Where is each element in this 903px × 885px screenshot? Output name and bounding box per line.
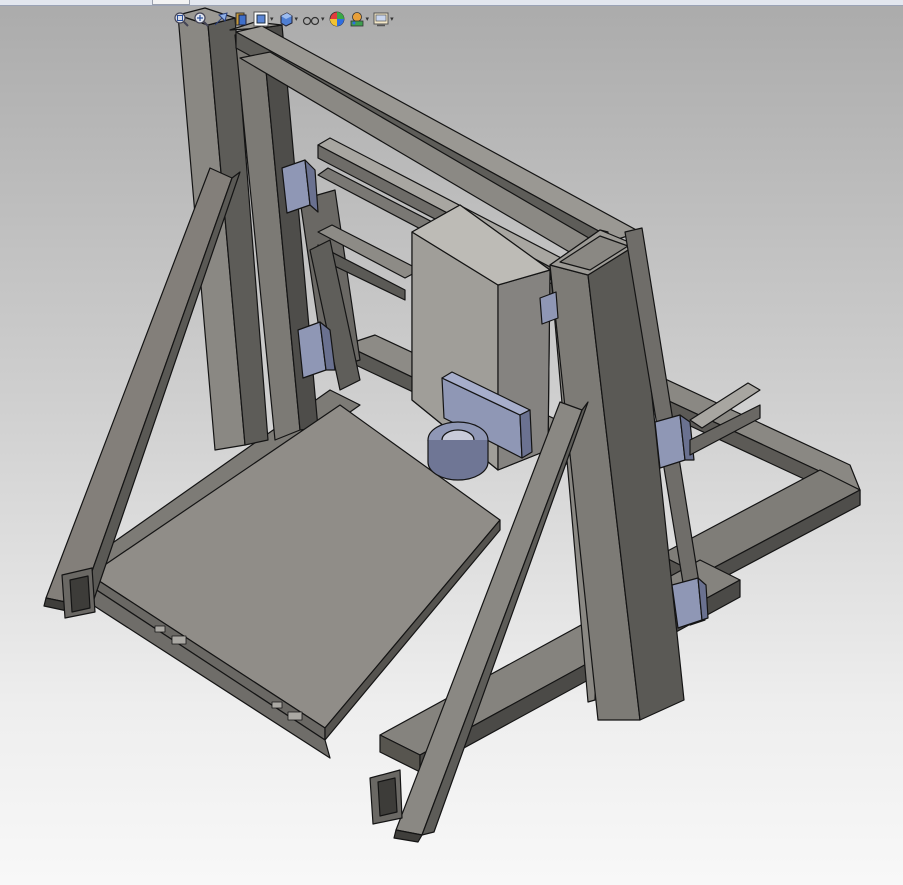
appearance-icon <box>329 11 344 27</box>
hide-show-items-button[interactable]: ▾ <box>301 9 326 29</box>
view-settings-button[interactable]: ▾ <box>372 9 395 29</box>
section-view-icon <box>235 12 247 26</box>
zoom-to-fit-button[interactable] <box>172 9 190 29</box>
zoom-to-area-button[interactable] <box>192 9 210 29</box>
slider-block-carriage <box>539 291 559 325</box>
display-style-icon <box>280 12 293 27</box>
slider-block-left-upper <box>281 159 319 214</box>
view-settings-icon <box>373 12 389 27</box>
apply-scene-dropdown[interactable]: ▾ <box>366 15 370 23</box>
heads-up-view-toolbar: ▾ ▾ ▾ ▾ ▾ <box>172 8 395 30</box>
previous-view-icon <box>214 12 228 26</box>
scene-icon <box>350 12 363 27</box>
view-orientation-dropdown[interactable]: ▾ <box>270 15 274 23</box>
display-style-button[interactable]: ▾ <box>277 9 300 29</box>
graphics-viewport[interactable]: ▾ ▾ ▾ ▾ ▾ <box>0 0 903 885</box>
zoom-area-icon <box>194 12 209 27</box>
view-settings-dropdown[interactable]: ▾ <box>390 15 394 23</box>
display-style-dropdown[interactable]: ▾ <box>295 15 299 23</box>
slider-block-right-upper <box>654 414 695 469</box>
zoom-to-fit-icon <box>174 12 189 27</box>
hide-show-dropdown[interactable]: ▾ <box>321 15 325 23</box>
section-view-button[interactable] <box>232 9 250 29</box>
hide-show-icon <box>302 16 320 26</box>
edit-appearance-button[interactable] <box>328 9 346 29</box>
model-render[interactable] <box>0 0 903 885</box>
apply-scene-button[interactable]: ▾ <box>348 9 371 29</box>
view-orientation-button[interactable]: ▾ <box>252 9 275 29</box>
view-orientation-icon <box>253 11 269 27</box>
slider-block-left-lower <box>297 321 336 379</box>
previous-view-button[interactable] <box>212 9 230 29</box>
